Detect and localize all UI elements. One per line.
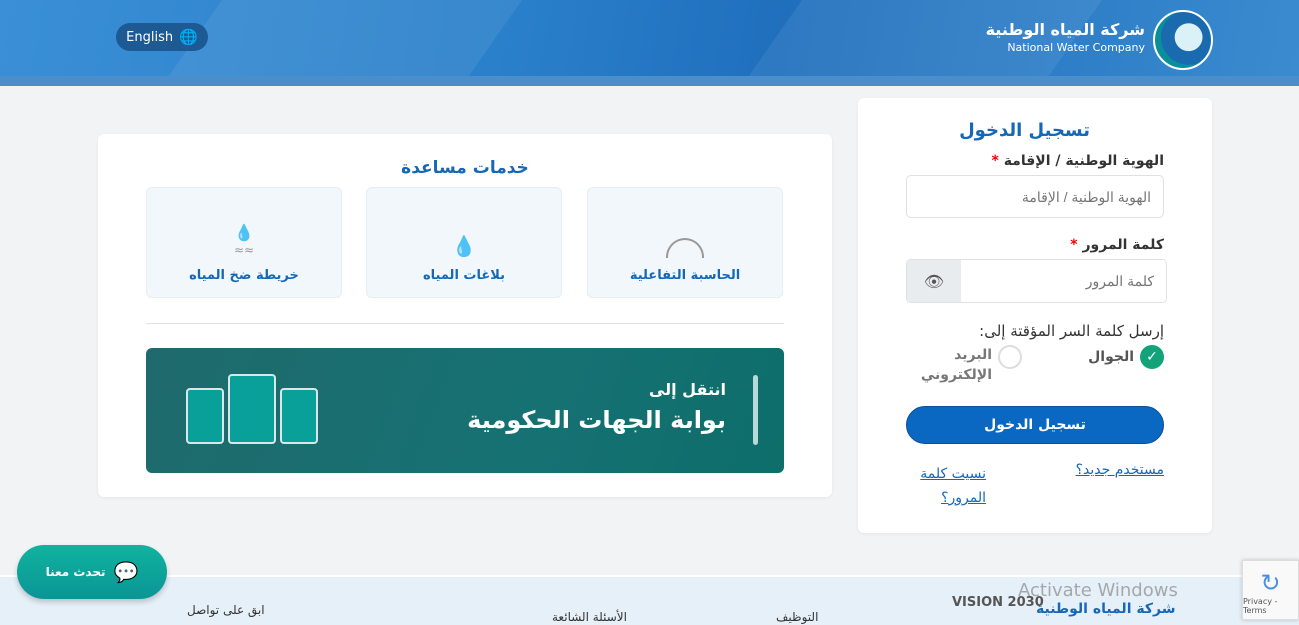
recaptcha-icon: ↻ — [1260, 569, 1281, 597]
password-label: كلمة المرور * — [1070, 237, 1164, 253]
header-strip — [0, 76, 1299, 86]
service-pumping-map[interactable]: 💧 ≈≈ خريطة ضخ المياه — [146, 187, 342, 298]
footer-link-careers[interactable]: التوظيف — [776, 610, 818, 624]
eye-icon[interactable]: 👁 — [907, 260, 961, 302]
otp-option-label: الجوال — [1088, 349, 1134, 365]
check-icon: ✓ — [1140, 345, 1164, 369]
language-button[interactable]: English 🌐 — [116, 23, 208, 51]
service-label: الحاسبة التفاعلية — [629, 268, 741, 283]
login-card: تسجيل الدخول الهوية الوطنية / الإقامة * … — [858, 98, 1212, 533]
portal-icon — [280, 388, 318, 444]
otp-label: إرسل كلمة السر المؤقتة إلى: — [979, 322, 1164, 340]
password-input[interactable] — [961, 260, 1166, 302]
globe-icon: 🌐 — [179, 28, 198, 46]
id-label: الهوية الوطنية / الإقامة * — [991, 153, 1164, 169]
login-button[interactable]: تسجيل الدخول — [906, 406, 1164, 444]
recaptcha-badge[interactable]: ↻ Privacy - Terms — [1242, 560, 1299, 620]
banner-subtitle: انتقل إلى — [648, 380, 726, 399]
portal-icon — [228, 374, 276, 444]
footer-logo-ar: شركة المياه الوطنية — [1036, 601, 1176, 617]
chat-button[interactable]: تحدث معنا 💬 — [17, 545, 167, 599]
service-label: بلاغات المياه — [422, 268, 506, 283]
services-title: خدمات مساعدة — [401, 158, 529, 178]
language-label: English — [126, 29, 174, 45]
footer-link-faq[interactable]: الأسئلة الشائعة — [552, 610, 627, 624]
gauge-icon — [666, 238, 704, 258]
recaptcha-text: Privacy - Terms — [1243, 597, 1278, 615]
otp-option-email[interactable]: البريد الإلكتروني — [920, 345, 1022, 385]
banner-accent — [753, 375, 758, 445]
forgot-password-link[interactable]: نسيت كلمة المرور؟ — [906, 462, 986, 510]
services-card: خدمات مساعدة الحاسبة التفاعلية 💧 بلاغات … — [98, 134, 832, 497]
radio-icon — [998, 345, 1022, 369]
gov-portal-banner[interactable]: انتقل إلى بوابة الجهات الحكومية — [146, 348, 784, 473]
password-field: 👁 — [906, 259, 1167, 303]
activate-windows-watermark: Activate Windows — [1018, 580, 1178, 601]
water-report-icon: 💧 — [451, 234, 477, 258]
otp-option-mobile[interactable]: ✓ الجوال — [1088, 345, 1164, 369]
login-title: تسجيل الدخول — [959, 120, 1090, 141]
service-label: خريطة ضخ المياه — [189, 268, 299, 283]
logo-text-ar: شركة المياه الوطنية — [985, 20, 1145, 39]
new-user-link[interactable]: مستخدم جديد؟ — [1076, 462, 1164, 478]
company-logo[interactable] — [1153, 10, 1213, 70]
otp-option-label: البريد الإلكتروني — [920, 347, 992, 383]
banner-title: بوابة الجهات الحكومية — [467, 406, 726, 434]
portal-icon — [186, 388, 224, 444]
water-drop-waves-icon: 💧 ≈≈ — [233, 223, 255, 258]
chat-bubbles-icon: 💬 — [113, 560, 139, 584]
chat-label: تحدث معنا — [45, 565, 106, 579]
footer-stay-in-touch: ابق على تواصل — [187, 603, 265, 617]
divider — [146, 323, 784, 324]
logo-text-en: National Water Company — [1007, 41, 1145, 54]
service-calculator[interactable]: الحاسبة التفاعلية — [587, 187, 783, 298]
service-water-reports[interactable]: 💧 بلاغات المياه — [366, 187, 562, 298]
id-input[interactable] — [906, 175, 1164, 218]
